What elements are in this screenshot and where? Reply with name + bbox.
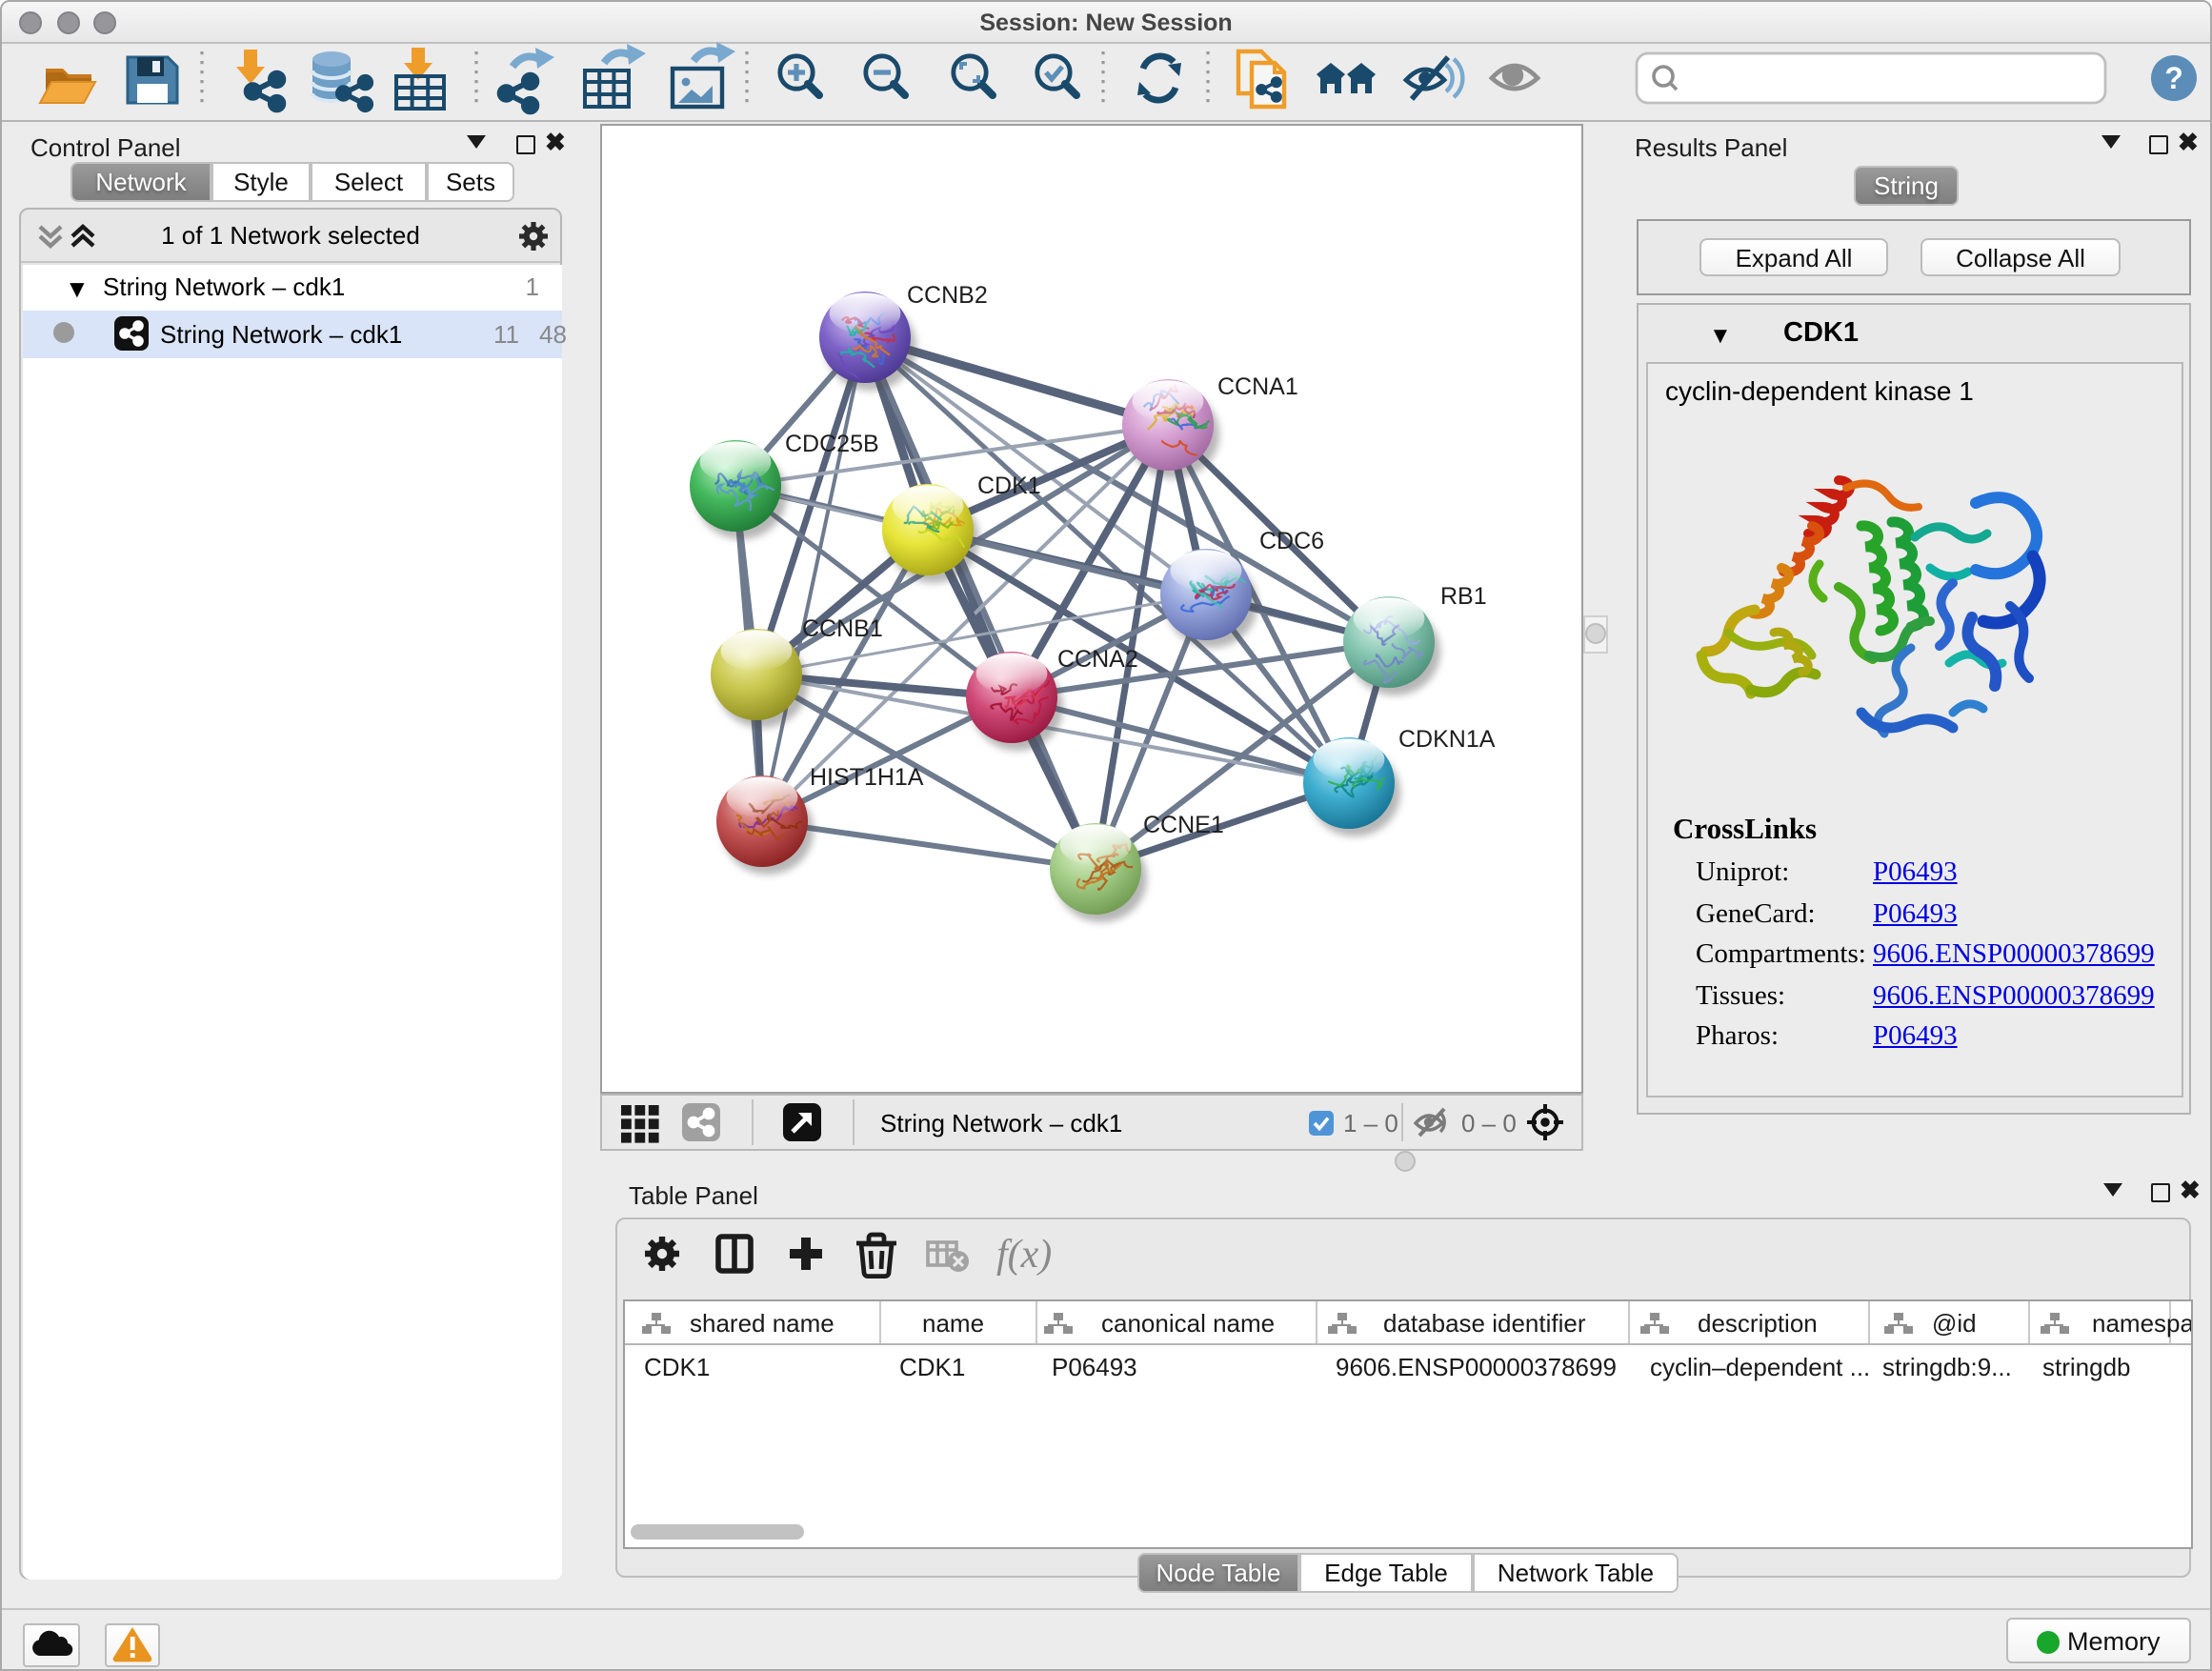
svg-text:CCNA2: CCNA2 xyxy=(1057,645,1138,672)
svg-text:CCNB2: CCNB2 xyxy=(907,281,988,308)
svg-text:HIST1H1A: HIST1H1A xyxy=(810,763,924,790)
svg-text:f(x): f(x) xyxy=(996,1233,1052,1277)
svg-text:CCNE1: CCNE1 xyxy=(1143,811,1224,837)
svg-text:CDC6: CDC6 xyxy=(1259,527,1324,554)
svg-text:shared name: shared name xyxy=(690,1309,835,1338)
svg-text:CDK1: CDK1 xyxy=(644,1353,710,1381)
svg-text:1 – 0: 1 – 0 xyxy=(1343,1109,1398,1137)
svg-text:description: description xyxy=(1698,1309,1818,1338)
svg-text:stringdb:9...: stringdb:9... xyxy=(1882,1353,2012,1381)
svg-text:stringdb: stringdb xyxy=(2042,1353,2131,1381)
svg-text:canonical name: canonical name xyxy=(1101,1309,1275,1338)
svg-text:name: name xyxy=(922,1309,984,1338)
svg-text:cyclin–dependent ...: cyclin–dependent ... xyxy=(1650,1353,1870,1381)
svg-text:CDK1: CDK1 xyxy=(899,1353,965,1381)
svg-text:CDC25B: CDC25B xyxy=(785,430,879,456)
svg-text:CCNA1: CCNA1 xyxy=(1217,372,1298,399)
svg-text:CCNB1: CCNB1 xyxy=(802,614,883,641)
svg-text:CDKN1A: CDKN1A xyxy=(1398,725,1496,752)
svg-text:RB1: RB1 xyxy=(1440,582,1487,609)
svg-text:namespac: namespac xyxy=(2092,1309,2191,1338)
svg-text:P06493: P06493 xyxy=(1052,1353,1137,1381)
svg-text:CDK1: CDK1 xyxy=(977,472,1041,498)
svg-text:0 – 0: 0 – 0 xyxy=(1461,1109,1517,1137)
svg-text:9606.ENSP00000378699: 9606.ENSP00000378699 xyxy=(1336,1353,1617,1381)
svg-text:?: ? xyxy=(2164,61,2183,95)
svg-text:@id: @id xyxy=(1932,1309,1977,1338)
svg-text:database identifier: database identifier xyxy=(1383,1309,1586,1338)
